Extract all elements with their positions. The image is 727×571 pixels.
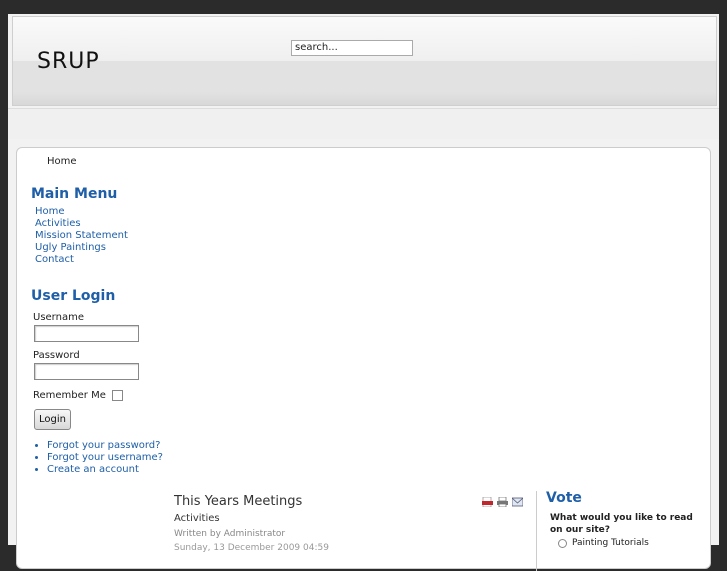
forgot-username-link[interactable]: Forgot your username? <box>47 452 181 464</box>
poll-question: What would you like to read on our site? <box>550 513 693 535</box>
search-input[interactable]: search... <box>291 40 413 56</box>
poll-option-label: Painting Tutorials <box>572 538 649 548</box>
article-author: Written by Administrator <box>174 529 286 539</box>
article: This Years Meetings Activities Written b… <box>174 494 524 553</box>
forgot-password-link[interactable]: Forgot your password? <box>47 440 181 452</box>
content-area: Home Main Menu Home Activities Mission S… <box>16 147 711 571</box>
email-icon[interactable] <box>512 497 523 507</box>
left-column: Main Menu Home Activities Mission Statem… <box>31 186 181 476</box>
page: SRUP search... Home Main Menu Home Activ… <box>8 14 719 571</box>
username-label: Username <box>33 312 84 323</box>
breadcrumb[interactable]: Home <box>47 156 77 167</box>
print-icon[interactable] <box>497 497 508 507</box>
vote-title: Vote <box>546 490 582 506</box>
menu-item-contact[interactable]: Contact <box>35 254 181 266</box>
password-field[interactable] <box>34 363 139 380</box>
menu-item-home[interactable]: Home <box>35 206 181 218</box>
user-login-title: User Login <box>31 288 116 304</box>
login-links: Forgot your password? Forgot your userna… <box>31 440 181 476</box>
article-category[interactable]: Activities <box>174 513 524 524</box>
remember-me-label: Remember Me <box>33 390 106 401</box>
main-menu: Home Activities Mission Statement Ugly P… <box>35 206 181 266</box>
site-header: SRUP search... <box>12 16 717 106</box>
pdf-icon[interactable] <box>482 497 493 507</box>
menu-item-mission-statement[interactable]: Mission Statement <box>35 230 181 242</box>
create-account-link[interactable]: Create an account <box>47 464 181 476</box>
poll-option[interactable]: Painting Tutorials <box>558 538 696 548</box>
menu-item-activities[interactable]: Activities <box>35 218 181 230</box>
login-button[interactable]: Login <box>34 409 71 430</box>
article-actions <box>482 497 523 507</box>
nav-band <box>8 108 719 139</box>
username-field[interactable] <box>34 325 139 342</box>
main-menu-title: Main Menu <box>31 186 118 202</box>
poll-radio[interactable] <box>558 538 567 548</box>
remember-me-row: Remember Me <box>33 390 181 401</box>
remember-me-checkbox[interactable] <box>111 390 123 401</box>
password-label: Password <box>33 350 80 361</box>
article-title[interactable]: This Years Meetings <box>174 494 524 509</box>
site-logo[interactable]: SRUP <box>37 49 100 74</box>
column-divider <box>536 491 537 571</box>
vote-module: Vote What would you like to read on our … <box>546 490 696 548</box>
menu-item-ugly-paintings[interactable]: Ugly Paintings <box>35 242 181 254</box>
